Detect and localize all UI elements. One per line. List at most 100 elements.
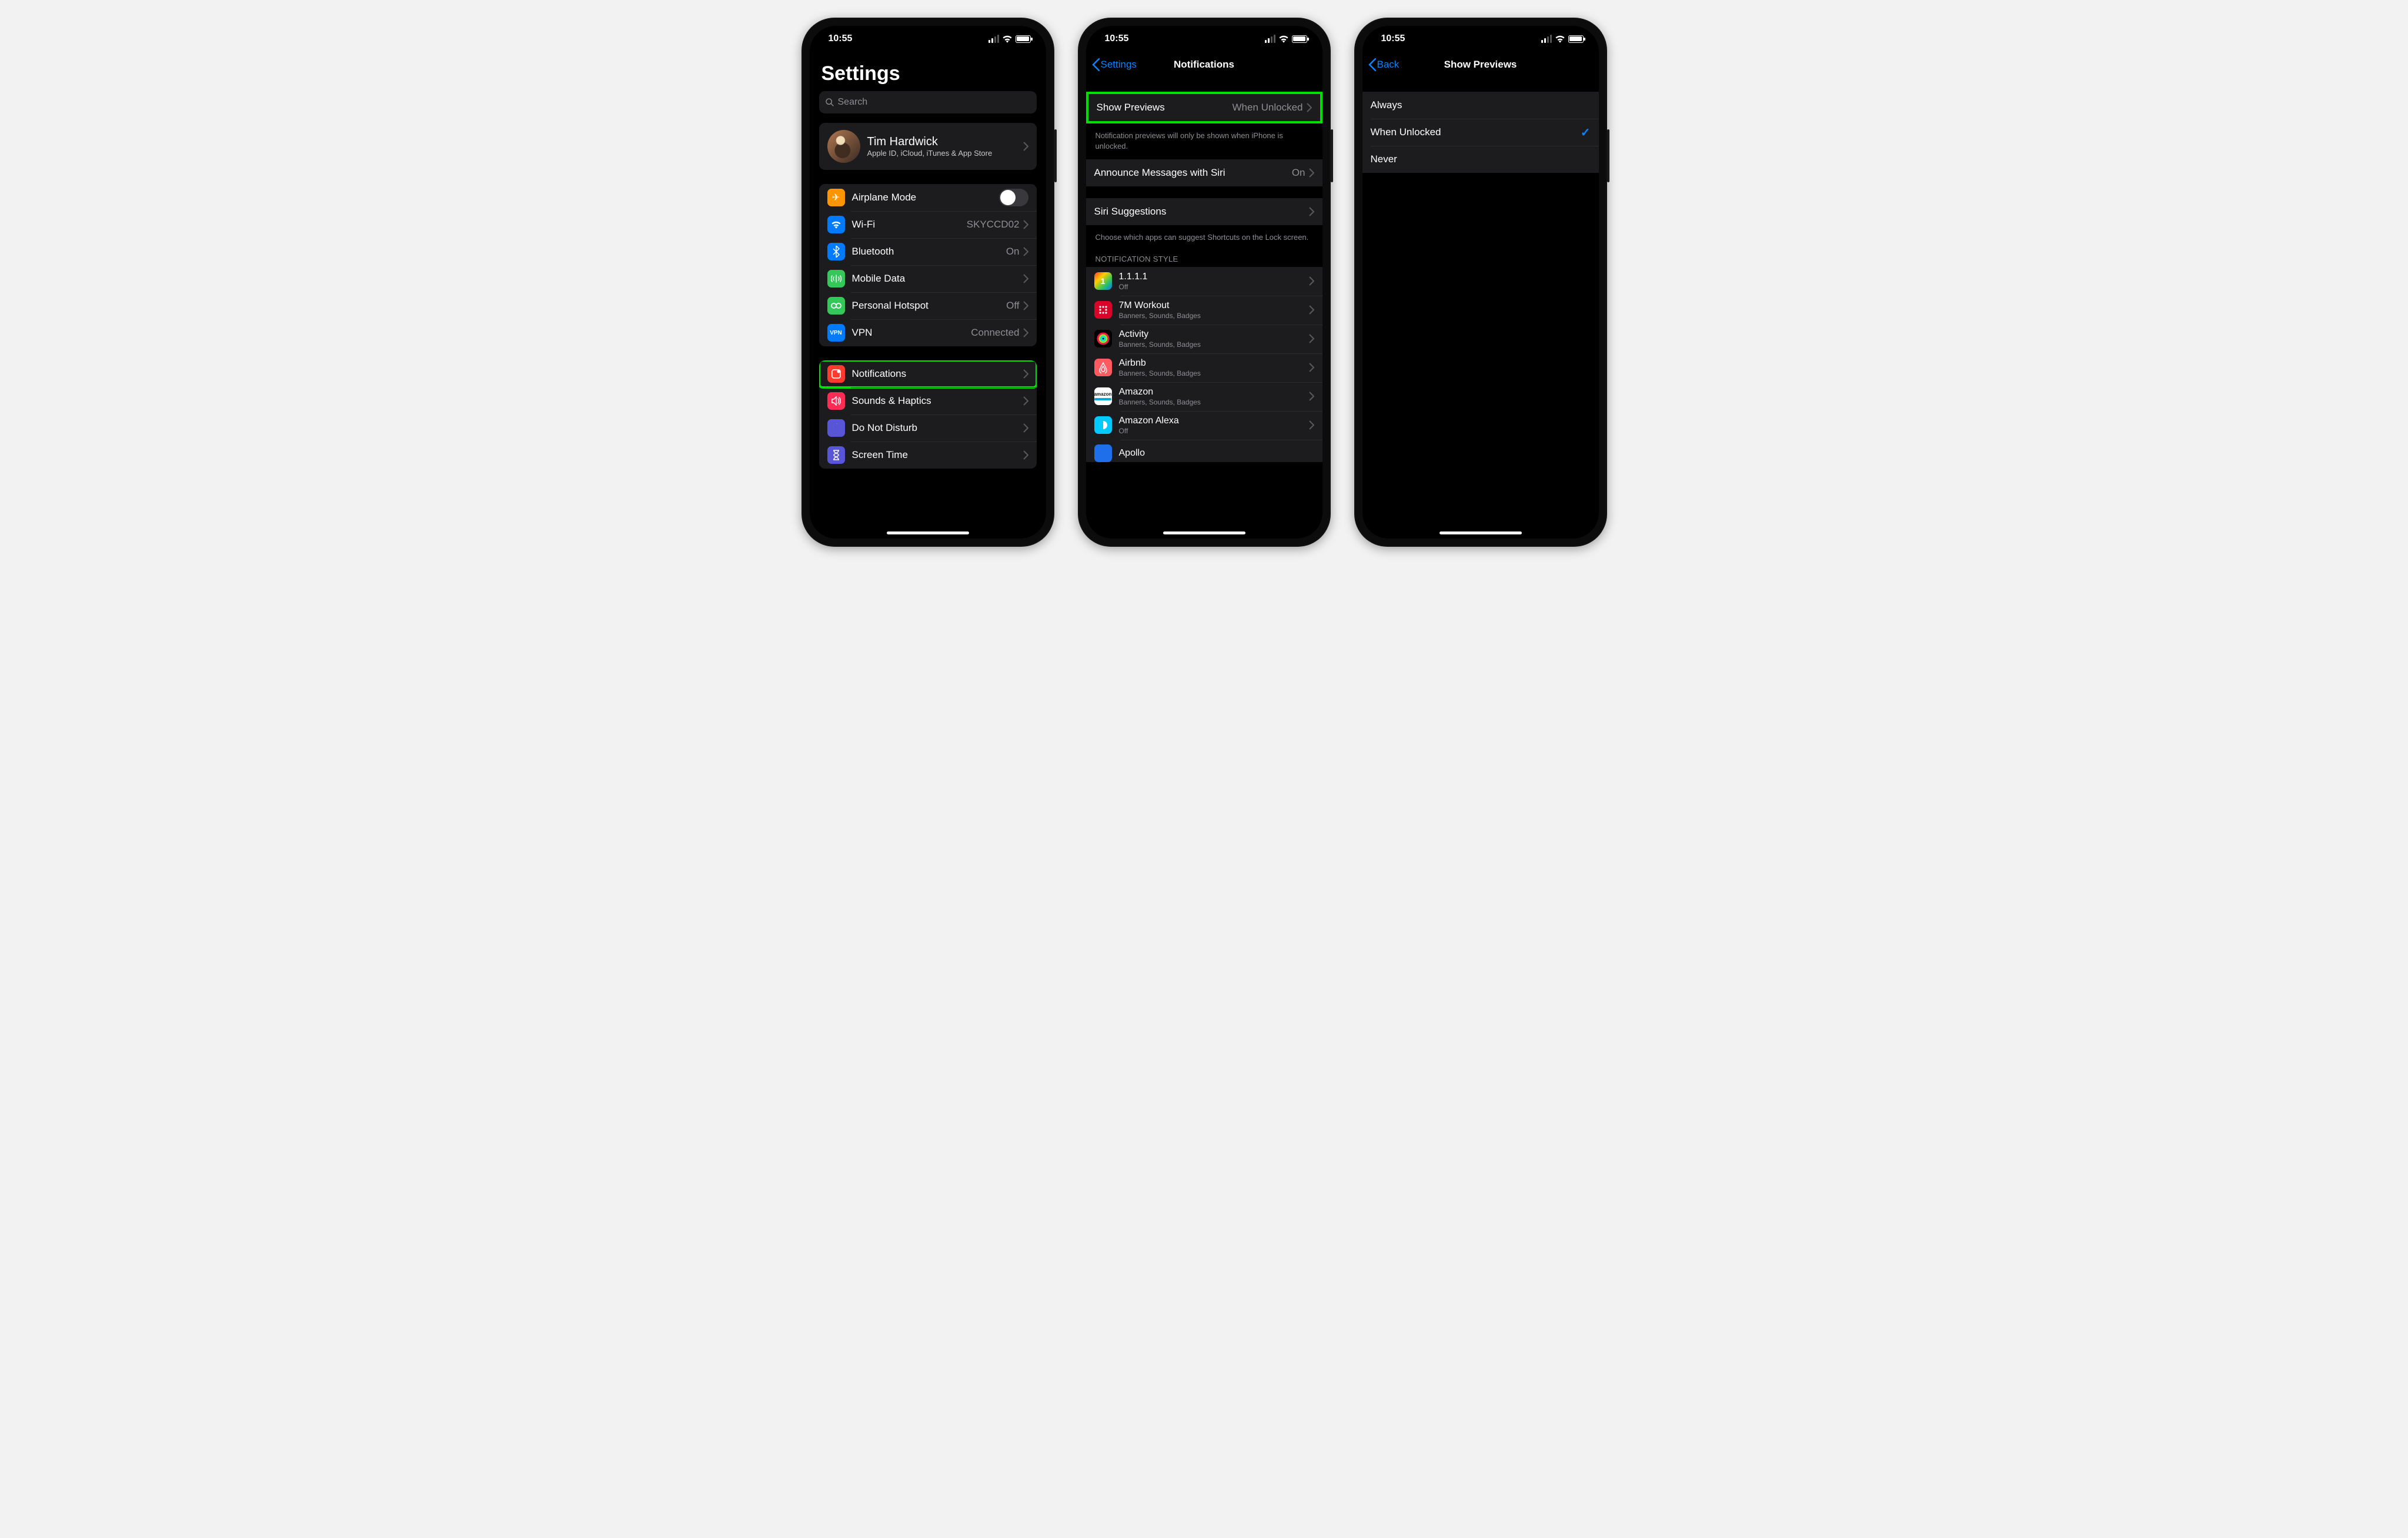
app-row-apollo[interactable]: Apollo <box>1086 440 1322 462</box>
home-indicator[interactable] <box>1440 531 1522 534</box>
row-siri-suggestions[interactable]: Siri Suggestions <box>1086 198 1322 225</box>
chevron-right-icon <box>1309 276 1314 286</box>
app-row-1111[interactable]: 1 1.1.1.1Off <box>1086 267 1322 296</box>
profile-subtitle: Apple ID, iCloud, iTunes & App Store <box>867 149 1023 158</box>
vpn-icon: VPN <box>827 324 845 342</box>
siri-suggestions-group: Siri Suggestions <box>1086 198 1322 225</box>
chevron-left-icon <box>1368 58 1376 71</box>
row-mobile-data[interactable]: Mobile Data <box>819 265 1037 292</box>
home-indicator[interactable] <box>1163 531 1245 534</box>
chevron-right-icon <box>1023 220 1028 229</box>
row-label: Notifications <box>852 368 1023 380</box>
airplane-toggle[interactable] <box>999 189 1028 206</box>
row-label: Airplane Mode <box>852 192 999 203</box>
row-show-previ ews[interactable]: Show Previews When Unlocked <box>1088 94 1320 121</box>
screen-settings-root: 10:55 Settings Search Tim Hardwick Apple… <box>810 26 1046 539</box>
row-label: Siri Suggestions <box>1094 206 1309 218</box>
notifications-icon <box>827 365 845 383</box>
cellular-signal-icon <box>1541 35 1552 43</box>
back-label: Settings <box>1101 59 1137 71</box>
nav-title: Notifications <box>1174 59 1234 71</box>
chevron-right-icon <box>1023 450 1028 460</box>
checkmark-icon: ✓ <box>1581 125 1591 140</box>
home-indicator[interactable] <box>887 531 969 534</box>
chevron-right-icon <box>1309 207 1314 216</box>
chevron-right-icon <box>1023 423 1028 433</box>
row-label: Screen Time <box>852 449 1023 461</box>
connectivity-group: ✈ Airplane Mode Wi-Fi SKYCCD02 Bluetooth… <box>819 184 1037 346</box>
row-label: Mobile Data <box>852 273 1023 285</box>
app-name: 7M Workout <box>1119 300 1309 311</box>
previews-footer: Notification previews will only be shown… <box>1086 127 1322 159</box>
status-time: 10:55 <box>829 34 853 44</box>
notifications-content[interactable]: Show Previews When Unlocked Notification… <box>1086 78 1322 539</box>
app-icon <box>1094 330 1112 347</box>
search-input[interactable]: Search <box>819 91 1037 113</box>
wifi-icon <box>1278 35 1289 43</box>
status-indicators <box>1541 35 1584 43</box>
app-name: Apollo <box>1119 448 1314 459</box>
settings-content[interactable]: Settings Search Tim Hardwick Apple ID, i… <box>810 52 1046 539</box>
app-sub: Off <box>1119 427 1309 435</box>
sounds-icon <box>827 392 845 410</box>
row-label: VPN <box>852 327 971 339</box>
app-icon <box>1094 416 1112 434</box>
app-row-amazon[interactable]: amazon AmazonBanners, Sounds, Badges <box>1086 382 1322 411</box>
battery-icon <box>1568 35 1584 43</box>
app-name: Amazon Alexa <box>1119 416 1309 426</box>
screen-show-previews: 10:55 Back Show Previews Always When Unl <box>1362 26 1599 539</box>
notch <box>1145 26 1263 44</box>
row-label: Do Not Disturb <box>852 422 1023 434</box>
chevron-right-icon <box>1309 363 1314 372</box>
row-airplane-mode[interactable]: ✈ Airplane Mode <box>819 184 1037 211</box>
row-value: Connected <box>971 327 1019 339</box>
back-button[interactable]: Settings <box>1092 58 1137 71</box>
nav-bar: Settings Notifications <box>1086 52 1322 78</box>
row-screen-time[interactable]: Screen Time <box>819 442 1037 469</box>
option-label: Always <box>1371 99 1591 111</box>
row-bluetooth[interactable]: Bluetooth On <box>819 238 1037 265</box>
app-sub: Banners, Sounds, Badges <box>1119 312 1309 320</box>
row-value: On <box>1292 167 1305 179</box>
chevron-right-icon <box>1023 328 1028 337</box>
chevron-left-icon <box>1092 58 1100 71</box>
bluetooth-icon <box>827 243 845 260</box>
row-announce-siri[interactable]: Announce Messages with Siri On <box>1086 159 1322 186</box>
option-never[interactable]: Never <box>1362 146 1599 173</box>
row-vpn[interactable]: VPN VPN Connected <box>819 319 1037 346</box>
app-icon <box>1094 301 1112 319</box>
phone-frame-3: 10:55 Back Show Previews Always When Unl <box>1354 18 1607 547</box>
preview-options-group: Always When Unlocked ✓ Never <box>1362 92 1599 173</box>
back-button[interactable]: Back <box>1368 58 1400 71</box>
app-icon: 1 <box>1094 272 1112 290</box>
chevron-right-icon <box>1309 420 1314 430</box>
option-when-unlocked[interactable]: When Unlocked ✓ <box>1362 119 1599 146</box>
previews-content[interactable]: Always When Unlocked ✓ Never <box>1362 78 1599 539</box>
row-notifications[interactable]: Notifications <box>819 360 1037 387</box>
row-personal-hotspot[interactable]: Personal Hotspot Off <box>819 292 1037 319</box>
option-always[interactable]: Always <box>1362 92 1599 119</box>
app-row-airbnb[interactable]: AirbnbBanners, Sounds, Badges <box>1086 353 1322 382</box>
hourglass-icon <box>827 446 845 464</box>
row-do-not-disturb[interactable]: Do Not Disturb <box>819 414 1037 442</box>
nav-bar: Back Show Previews <box>1362 52 1599 78</box>
apple-id-row[interactable]: Tim Hardwick Apple ID, iCloud, iTunes & … <box>819 123 1037 170</box>
app-sub: Banners, Sounds, Badges <box>1119 398 1309 406</box>
app-row-7m[interactable]: 7M WorkoutBanners, Sounds, Badges <box>1086 296 1322 325</box>
chevron-right-icon <box>1309 334 1314 343</box>
row-value: Off <box>1006 300 1019 312</box>
siri-footer: Choose which apps can suggest Shortcuts … <box>1086 229 1322 251</box>
status-time: 10:55 <box>1381 34 1405 44</box>
chevron-right-icon <box>1023 369 1028 379</box>
search-icon <box>825 98 834 107</box>
app-row-alexa[interactable]: Amazon AlexaOff <box>1086 411 1322 440</box>
app-row-activity[interactable]: ActivityBanners, Sounds, Badges <box>1086 325 1322 353</box>
chevron-right-icon <box>1023 301 1028 310</box>
app-name: Amazon <box>1119 387 1309 397</box>
row-wifi[interactable]: Wi-Fi SKYCCD02 <box>819 211 1037 238</box>
row-sounds-haptics[interactable]: Sounds & Haptics <box>819 387 1037 414</box>
moon-icon <box>827 419 845 437</box>
app-sub: Banners, Sounds, Badges <box>1119 340 1309 349</box>
app-sub: Banners, Sounds, Badges <box>1119 369 1309 377</box>
row-label: Wi-Fi <box>852 219 967 230</box>
